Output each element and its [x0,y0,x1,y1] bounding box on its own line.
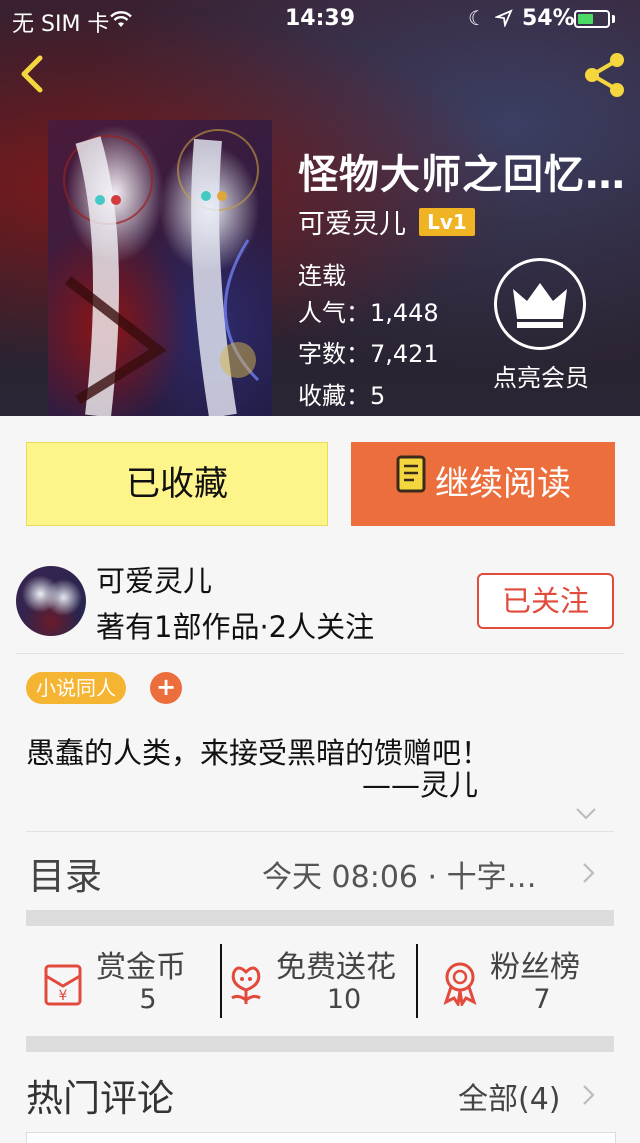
level-badge: Lv1 [419,207,475,236]
hot-comments-title: 热门评论 [26,1077,174,1120]
divider [16,653,624,654]
reward-coins-label: 赏金币 [96,950,186,985]
author-row[interactable]: 可爱灵儿 Lv1 [298,202,475,242]
share-icon [585,53,624,97]
tag-novel-fanfic[interactable]: 小说同人 [26,672,126,704]
battery-percent: 54% [522,6,575,31]
continue-reading-button[interactable]: 继续阅读 [351,442,615,526]
medal-icon [443,962,477,1006]
expand-description-button[interactable] [574,804,598,824]
reward-coins-button[interactable]: ¥ 赏金币 5 [26,940,220,1020]
add-tag-button[interactable]: + [150,672,182,704]
vip-ring [494,258,586,350]
all-comments-link[interactable]: 全部(4) [458,1074,561,1118]
book-title: 怪物大师之回忆… [298,152,626,198]
red-envelope-icon: ¥ [44,964,82,1006]
cover-illustration [63,129,260,416]
back-button[interactable] [14,52,54,96]
book-icon [395,441,429,525]
location-icon [493,8,513,33]
do-not-disturb-icon: ☾ [468,6,486,30]
chevron-left-icon [21,55,43,93]
section-separator [26,910,614,926]
latest-chapter: 今天 08:06 · 十字… [262,860,537,895]
chevron-down-icon [576,808,596,820]
toc-title: 目录 [28,855,102,898]
vip-label: 点亮会员 [493,364,589,392]
author-profile-name[interactable]: 可爱灵儿 [96,558,212,600]
continue-reading-label: 继续阅读 [435,464,571,504]
free-flower-label: 免费送花 [276,950,396,985]
share-button[interactable] [580,50,630,100]
fan-ranking-button[interactable]: 粉丝榜 7 [420,940,614,1020]
collected-button[interactable]: 已收藏 [26,442,328,526]
followed-button[interactable]: 已关注 [477,573,614,629]
book-header: 无 SIM 卡 14:39 ☾ 54% 怪物大师之回忆… 可爱灵儿 Lv1 连载… [0,0,640,416]
comment-card [26,1132,616,1143]
stat-divider [220,944,222,1018]
popularity-count: 人气：1,448 [298,299,439,327]
free-flower-button[interactable]: 免费送花 10 [224,940,416,1020]
favorites-count: 收藏：5 [298,382,386,410]
fan-ranking-value: 7 [533,984,551,1015]
stat-divider [416,944,418,1018]
free-flower-value: 10 [326,984,362,1015]
serial-status: 连载 [298,262,346,290]
battery-tip [612,15,615,23]
book-cover[interactable] [48,120,272,416]
fan-ranking-label: 粉丝榜 [490,950,580,985]
chevron-right-icon [583,1085,595,1105]
word-count: 字数：7,421 [298,340,439,368]
section-separator [26,1036,614,1052]
author-avatar[interactable] [16,566,86,636]
author-stats: 著有1部作品·2人关注 [96,610,375,644]
battery-icon [574,10,610,28]
author-name[interactable]: 可爱灵儿 [298,202,406,241]
svg-text:¥: ¥ [59,988,68,1004]
description-signature: ——灵儿 [362,768,479,802]
reward-coins-value: 5 [139,984,157,1015]
status-bar: 无 SIM 卡 14:39 ☾ 54% [0,0,640,40]
battery-level [578,14,593,24]
table-of-contents-row[interactable]: 目录 今天 08:06 · 十字… [0,832,640,910]
chevron-right-icon [583,863,595,883]
flower-icon [231,966,261,1004]
crown-icon [513,283,567,328]
vip-button[interactable]: 点亮会员 [486,258,596,398]
